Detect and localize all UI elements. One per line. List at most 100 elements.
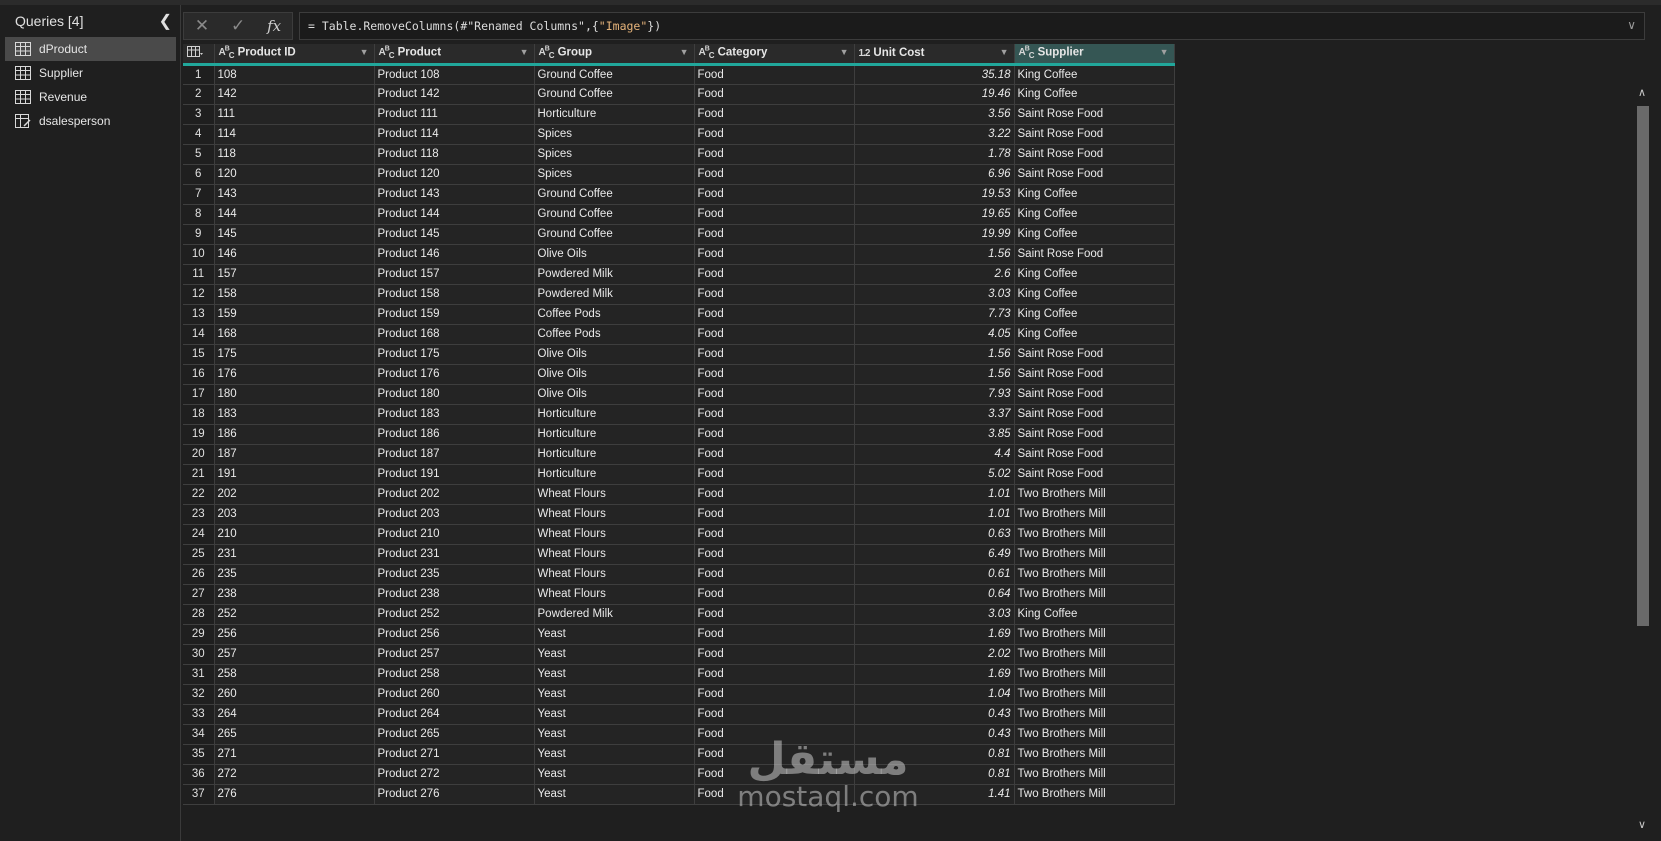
text-type-icon[interactable]: ABC bbox=[699, 46, 715, 60]
table-cell[interactable]: King Coffee bbox=[1014, 324, 1175, 345]
table-cell[interactable]: 203 bbox=[214, 504, 375, 525]
table-cell[interactable]: Product 175 bbox=[374, 344, 535, 365]
row-number[interactable]: 14 bbox=[183, 324, 215, 345]
table-cell[interactable]: 202 bbox=[214, 484, 375, 505]
filter-dropdown-icon[interactable]: ▼ bbox=[1160, 47, 1169, 57]
table-row[interactable]: 18 183 Product 183 Horticulture Food 3.37 Sain… bbox=[183, 404, 1175, 425]
table-cell[interactable]: 176 bbox=[214, 364, 375, 385]
table-cell[interactable]: Horticulture bbox=[534, 104, 695, 125]
table-cell[interactable]: Food bbox=[694, 304, 855, 325]
table-row[interactable]: 37 276 Product 276 Yeast Food 1.41 Two Brother… bbox=[183, 784, 1175, 805]
table-cell[interactable]: Two Brothers Mill bbox=[1014, 564, 1175, 585]
row-number[interactable]: 9 bbox=[183, 224, 215, 245]
row-number[interactable]: 28 bbox=[183, 604, 215, 625]
table-cell[interactable]: Food bbox=[694, 384, 855, 405]
row-number[interactable]: 10 bbox=[183, 244, 215, 265]
formula-input[interactable]: = Table.RemoveColumns(#"Renamed Columns"… bbox=[299, 12, 1645, 40]
row-number[interactable]: 7 bbox=[183, 184, 215, 205]
table-cell[interactable]: Product 210 bbox=[374, 524, 535, 545]
table-cell[interactable]: 1.01 bbox=[854, 504, 1015, 525]
table-cell[interactable]: Saint Rose Food bbox=[1014, 384, 1175, 405]
table-cell[interactable]: Food bbox=[694, 424, 855, 445]
table-cell[interactable]: King Coffee bbox=[1014, 84, 1175, 105]
table-cell[interactable]: Product 180 bbox=[374, 384, 535, 405]
table-cell[interactable]: Food bbox=[694, 584, 855, 605]
table-cell[interactable]: 3.85 bbox=[854, 424, 1015, 445]
table-row[interactable]: 10 146 Product 146 Olive Oils Food 1.56 Saint … bbox=[183, 244, 1175, 265]
row-number[interactable]: 8 bbox=[183, 204, 215, 225]
table-cell[interactable]: Product 114 bbox=[374, 124, 535, 145]
row-number[interactable]: 29 bbox=[183, 624, 215, 645]
table-cell[interactable]: Olive Oils bbox=[534, 364, 695, 385]
table-cell[interactable]: Yeast bbox=[534, 724, 695, 745]
table-cell[interactable]: Food bbox=[694, 184, 855, 205]
table-cell[interactable]: Ground Coffee bbox=[534, 184, 695, 205]
scroll-up-icon[interactable]: ∧ bbox=[1638, 86, 1646, 99]
table-cell[interactable]: 143 bbox=[214, 184, 375, 205]
table-cell[interactable]: 238 bbox=[214, 584, 375, 605]
column-header-supplier[interactable]: ABC Supplier ▼ bbox=[1014, 44, 1175, 66]
table-cell[interactable]: 1.56 bbox=[854, 244, 1015, 265]
table-cell[interactable]: 3.56 bbox=[854, 104, 1015, 125]
table-cell[interactable]: Food bbox=[694, 344, 855, 365]
row-number[interactable]: 5 bbox=[183, 144, 215, 165]
table-row[interactable]: 7 143 Product 143 Ground Coffee Food 19.53 Kin… bbox=[183, 184, 1175, 205]
table-cell[interactable]: Product 143 bbox=[374, 184, 535, 205]
table-cell[interactable]: Two Brothers Mill bbox=[1014, 544, 1175, 565]
fx-icon[interactable]: fx bbox=[267, 17, 281, 35]
table-cell[interactable]: Food bbox=[694, 404, 855, 425]
table-row[interactable]: 31 258 Product 258 Yeast Food 1.69 Two Brother… bbox=[183, 664, 1175, 685]
table-cell[interactable]: 0.63 bbox=[854, 524, 1015, 545]
table-cell[interactable]: Food bbox=[694, 504, 855, 525]
table-cell[interactable]: Food bbox=[694, 284, 855, 305]
table-cell[interactable]: King Coffee bbox=[1014, 284, 1175, 305]
table-cell[interactable]: Food bbox=[694, 784, 855, 805]
table-cell[interactable]: Wheat Flours bbox=[534, 504, 695, 525]
row-number[interactable]: 21 bbox=[183, 464, 215, 485]
table-cell[interactable]: Yeast bbox=[534, 664, 695, 685]
table-cell[interactable]: Horticulture bbox=[534, 404, 695, 425]
table-cell[interactable]: Food bbox=[694, 624, 855, 645]
table-cell[interactable]: Product 264 bbox=[374, 704, 535, 725]
scroll-thumb[interactable] bbox=[1637, 106, 1649, 626]
table-cell[interactable]: 157 bbox=[214, 264, 375, 285]
table-row[interactable]: 17 180 Product 180 Olive Oils Food 7.93 Saint … bbox=[183, 384, 1175, 405]
table-row[interactable]: 9 145 Product 145 Ground Coffee Food 19.99 Kin… bbox=[183, 224, 1175, 245]
row-number[interactable]: 22 bbox=[183, 484, 215, 505]
table-row[interactable]: 1 108 Product 108 Ground Coffee Food 35.18 Kin… bbox=[183, 64, 1175, 85]
table-row[interactable]: 15 175 Product 175 Olive Oils Food 1.56 Saint … bbox=[183, 344, 1175, 365]
table-cell[interactable]: Two Brothers Mill bbox=[1014, 744, 1175, 765]
table-cell[interactable]: 1.69 bbox=[854, 664, 1015, 685]
table-cell[interactable]: Yeast bbox=[534, 764, 695, 785]
table-cell[interactable]: Product 257 bbox=[374, 644, 535, 665]
table-cell[interactable]: King Coffee bbox=[1014, 64, 1175, 85]
table-row[interactable]: 25 231 Product 231 Wheat Flours Food 6.49 Two … bbox=[183, 544, 1175, 565]
table-cell[interactable]: 257 bbox=[214, 644, 375, 665]
table-cell[interactable]: 1.01 bbox=[854, 484, 1015, 505]
row-number[interactable]: 17 bbox=[183, 384, 215, 405]
table-cell[interactable]: Wheat Flours bbox=[534, 524, 695, 545]
table-cell[interactable]: Food bbox=[694, 604, 855, 625]
table-cell[interactable]: Product 144 bbox=[374, 204, 535, 225]
row-number[interactable]: 36 bbox=[183, 764, 215, 785]
table-cell[interactable]: Food bbox=[694, 724, 855, 745]
row-number[interactable]: 34 bbox=[183, 724, 215, 745]
table-cell[interactable]: Powdered Milk bbox=[534, 264, 695, 285]
table-cell[interactable]: 187 bbox=[214, 444, 375, 465]
row-number[interactable]: 32 bbox=[183, 684, 215, 705]
table-cell[interactable]: 0.43 bbox=[854, 724, 1015, 745]
row-number[interactable]: 30 bbox=[183, 644, 215, 665]
table-cell[interactable]: Spices bbox=[534, 124, 695, 145]
row-number[interactable]: 4 bbox=[183, 124, 215, 145]
table-cell[interactable]: Food bbox=[694, 204, 855, 225]
table-cell[interactable]: Product 271 bbox=[374, 744, 535, 765]
table-cell[interactable]: Food bbox=[694, 524, 855, 545]
table-cell[interactable]: Two Brothers Mill bbox=[1014, 484, 1175, 505]
query-item-dproduct[interactable]: dProduct bbox=[5, 37, 176, 61]
table-cell[interactable]: 260 bbox=[214, 684, 375, 705]
table-row[interactable]: 14 168 Product 168 Coffee Pods Food 4.05 King … bbox=[183, 324, 1175, 345]
table-cell[interactable]: 35.18 bbox=[854, 64, 1015, 85]
table-row[interactable]: 16 176 Product 176 Olive Oils Food 1.56 Saint … bbox=[183, 364, 1175, 385]
table-cell[interactable]: Product 159 bbox=[374, 304, 535, 325]
table-cell[interactable]: Two Brothers Mill bbox=[1014, 524, 1175, 545]
